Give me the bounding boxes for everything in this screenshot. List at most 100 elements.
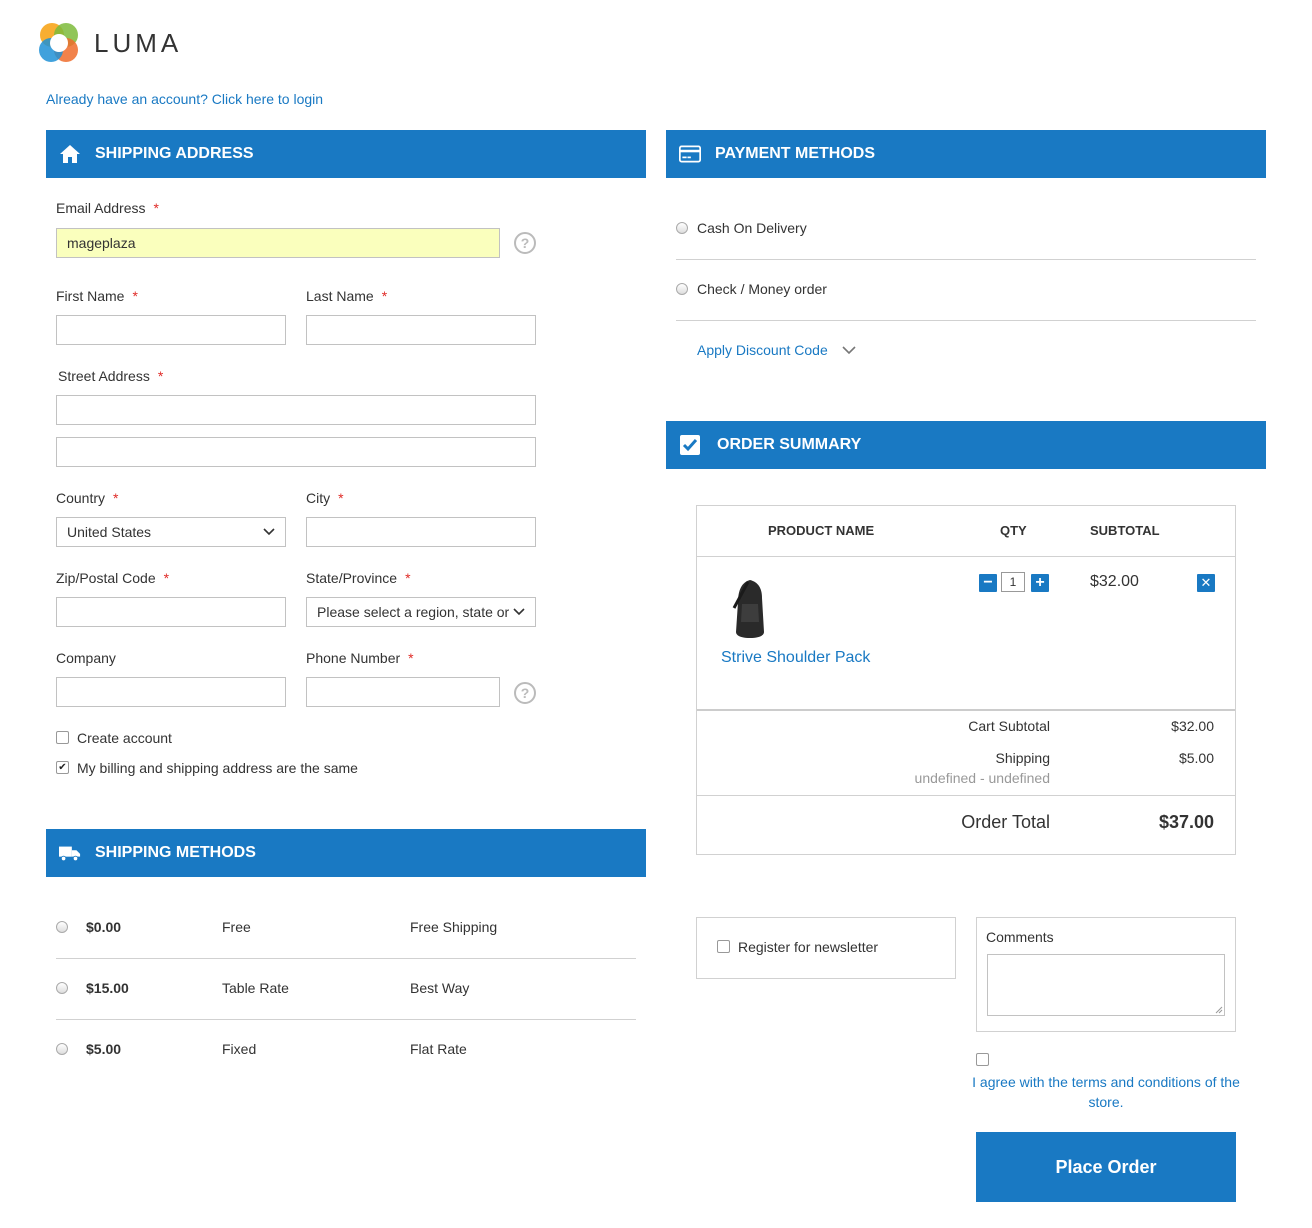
col-product-name: PRODUCT NAME: [768, 523, 875, 538]
street-label: Street Address *: [58, 368, 164, 384]
last-name-label: Last Name *: [306, 288, 388, 304]
chevron-down-icon: [513, 608, 525, 616]
state-select[interactable]: Please select a region, state or provinc…: [306, 597, 536, 627]
shipping-carrier: Free Shipping: [410, 919, 498, 935]
newsletter-label: Register for newsletter: [738, 939, 879, 955]
first-name-label: First Name *: [56, 288, 138, 304]
country-select[interactable]: United States: [56, 517, 286, 547]
divider: [676, 320, 1256, 321]
divider: [697, 556, 1235, 557]
first-name-field[interactable]: [56, 315, 286, 345]
resize-handle-icon[interactable]: [1215, 1006, 1223, 1014]
chevron-down-icon: [842, 346, 856, 355]
backpack-icon: [732, 580, 764, 638]
order-total-label: Order Total: [961, 812, 1050, 832]
street-line-2-field[interactable]: [56, 437, 536, 467]
product-image[interactable]: [728, 578, 770, 640]
qty-decrease-button[interactable]: −: [979, 574, 997, 592]
qty-input[interactable]: 1: [1001, 572, 1025, 592]
company-label: Company: [56, 650, 116, 666]
shipping-method-name: Table Rate: [222, 980, 289, 996]
street-line-1-field[interactable]: [56, 395, 536, 425]
comments-label: Comments: [986, 929, 1054, 945]
remove-item-button[interactable]: ✕: [1197, 574, 1215, 592]
city-label: City *: [306, 490, 344, 506]
shipping-sub-label: undefined - undefined: [914, 770, 1050, 786]
shipping-carrier: Best Way: [410, 980, 470, 996]
state-value: Please select a region, state or provinc…: [317, 604, 513, 620]
login-link[interactable]: Already have an account? Click here to l…: [46, 91, 323, 107]
apply-discount-toggle[interactable]: Apply Discount Code: [697, 342, 856, 358]
terms-link[interactable]: I agree with the terms and conditions of…: [972, 1072, 1240, 1112]
logo-text: LUMA: [94, 28, 183, 58]
cash-on-delivery-radio[interactable]: [676, 222, 688, 234]
shipping-address-title: SHIPPING ADDRESS: [95, 145, 254, 162]
last-name-field[interactable]: [306, 315, 536, 345]
apply-discount-link: Apply Discount Code: [697, 342, 828, 358]
cart-subtotal-value: $32.00: [1171, 718, 1214, 734]
col-subtotal: SUBTOTAL: [1090, 523, 1160, 538]
divider: [56, 958, 636, 959]
newsletter-checkbox[interactable]: [717, 940, 730, 953]
payment-methods-title: PAYMENT METHODS: [715, 145, 876, 162]
divider: [697, 709, 1235, 711]
create-account-label: Create account: [77, 730, 172, 746]
payment-methods-header: PAYMENT METHODS: [666, 130, 1266, 178]
state-label: State/Province *: [306, 570, 411, 586]
col-qty: QTY: [1000, 523, 1027, 538]
shipping-price: $15.00: [86, 980, 129, 996]
zip-label: Zip/Postal Code *: [56, 570, 170, 586]
order-total-value: $37.00: [1158, 812, 1214, 832]
cash-on-delivery-label: Cash On Delivery: [697, 220, 807, 236]
shipping-method-radio[interactable]: [56, 921, 68, 933]
home-icon: [59, 143, 81, 165]
terms-checkbox[interactable]: [976, 1053, 989, 1066]
country-value: United States: [67, 524, 152, 540]
item-subtotal: $32.00: [1090, 573, 1139, 590]
place-order-button[interactable]: Place Order: [976, 1132, 1236, 1202]
shipping-value: $5.00: [1178, 750, 1214, 766]
email-field[interactable]: mageplaza: [56, 228, 500, 258]
shipping-methods-title: SHIPPING METHODS: [95, 844, 256, 861]
shipping-price: $5.00: [86, 1041, 122, 1057]
phone-label: Phone Number *: [306, 650, 414, 666]
email-label: Email Address *: [56, 200, 159, 216]
email-help-icon[interactable]: ?: [514, 232, 536, 254]
company-field[interactable]: [56, 677, 286, 707]
shipping-label: Shipping: [995, 750, 1051, 766]
city-field[interactable]: [306, 517, 536, 547]
check-money-order-radio[interactable]: [676, 283, 688, 295]
shipping-method-radio[interactable]: [56, 982, 68, 994]
phone-field[interactable]: [306, 677, 500, 707]
luma-logo[interactable]: LUMA: [36, 20, 186, 66]
phone-help-icon[interactable]: ?: [514, 682, 536, 704]
shipping-method-radio[interactable]: [56, 1043, 68, 1055]
order-summary-title: ORDER SUMMARY: [717, 436, 862, 453]
checkbox-checked-icon: [679, 434, 701, 456]
qty-increase-button[interactable]: +: [1031, 574, 1049, 592]
shipping-carrier: Flat Rate: [410, 1041, 467, 1057]
cart-subtotal-label: Cart Subtotal: [968, 718, 1050, 734]
credit-card-icon: [679, 143, 701, 165]
create-account-checkbox[interactable]: [56, 731, 69, 744]
order-summary-header: ORDER SUMMARY: [666, 421, 1266, 469]
truck-icon: [59, 842, 81, 864]
country-label: Country *: [56, 490, 119, 506]
shipping-address-header: SHIPPING ADDRESS: [46, 130, 646, 178]
check-money-order-label: Check / Money order: [697, 281, 827, 297]
comments-textarea[interactable]: [987, 954, 1225, 1016]
chevron-down-icon: [263, 528, 275, 536]
zip-field[interactable]: [56, 597, 286, 627]
shipping-price: $0.00: [86, 919, 122, 935]
product-name-link[interactable]: Strive Shoulder Pack: [721, 649, 870, 667]
billing-same-checkbox[interactable]: ✔: [56, 761, 69, 774]
shipping-methods-header: SHIPPING METHODS: [46, 829, 646, 877]
divider: [697, 795, 1235, 796]
order-summary-table: [696, 505, 1236, 855]
billing-same-label: My billing and shipping address are the …: [77, 760, 358, 776]
shipping-method-name: Free: [222, 919, 251, 935]
divider: [56, 1019, 636, 1020]
luma-logo-icon: [39, 23, 78, 62]
divider: [676, 259, 1256, 260]
shipping-method-name: Fixed: [222, 1041, 257, 1057]
